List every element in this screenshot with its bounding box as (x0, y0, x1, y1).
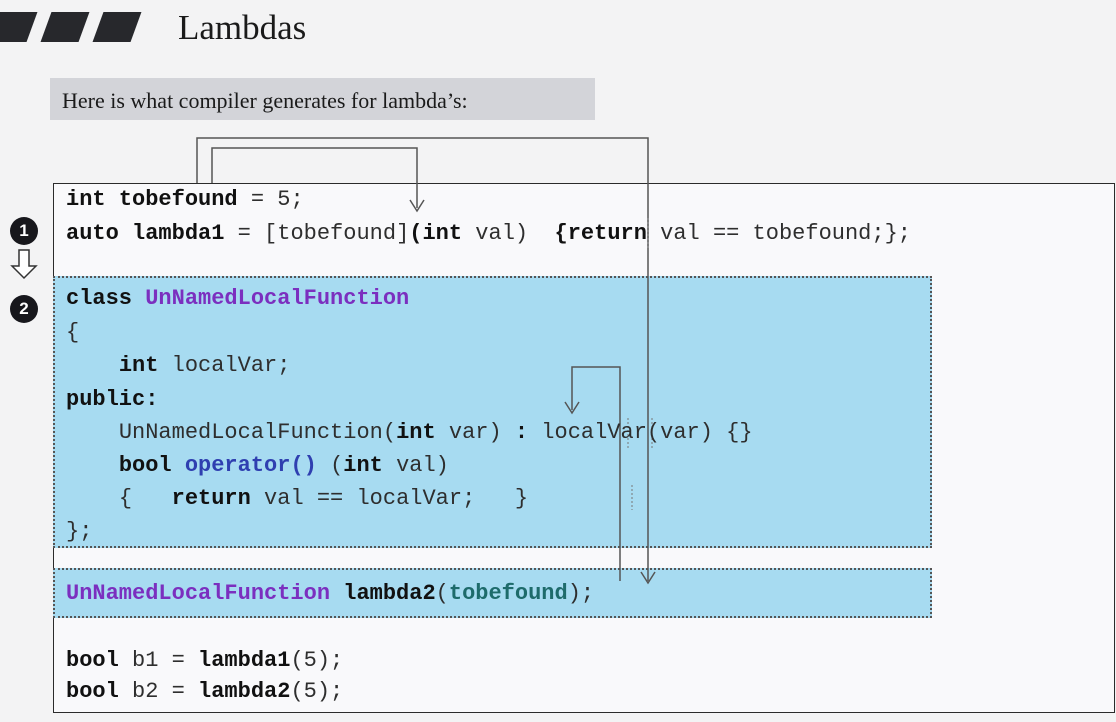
arrow-down-hollow-icon (10, 249, 38, 280)
code-line-3: class UnNamedLocalFunction (66, 286, 410, 311)
code-line-10: }; (66, 519, 93, 544)
code-line-12: bool b1 = lambda1(5); (66, 648, 344, 673)
code-line-5: int localVar; (118, 353, 291, 378)
ctor-connector-line (571, 366, 621, 581)
code-line-7: UnNamedLocalFunction(int var) : localVar… (118, 420, 753, 445)
code-line-8: bool operator() (int val) (118, 453, 449, 478)
code-line-11: UnNamedLocalFunction lambda2(tobefound); (66, 581, 595, 606)
code-line-1: int tobefound = 5; (66, 187, 304, 212)
code-line-9: { return val == localVar; } (118, 486, 529, 511)
code-line-6: public: (66, 387, 159, 412)
code-line-4: { (66, 320, 80, 345)
code-line-13: bool b2 = lambda2(5); (66, 679, 344, 704)
code-line-2: auto lambda1 = [tobefound](int val) {ret… (66, 221, 911, 246)
